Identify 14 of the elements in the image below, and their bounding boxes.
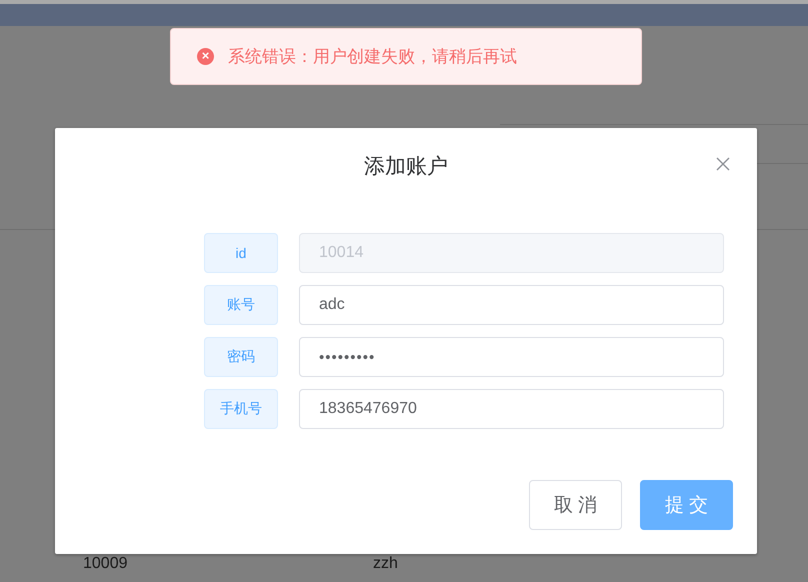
- close-icon[interactable]: [716, 157, 730, 171]
- input-field[interactable]: 18365476970: [299, 389, 724, 429]
- input-field[interactable]: adc: [299, 285, 724, 325]
- cancel-button[interactable]: 取 消: [529, 480, 622, 530]
- field-label: 密码: [204, 337, 278, 377]
- dialog-title: 添加账户: [364, 154, 448, 180]
- field-label: 账号: [204, 285, 278, 325]
- table-cell-text: 10009: [83, 555, 128, 573]
- table-cell: zzh: [373, 555, 398, 573]
- error-icon: ×: [197, 48, 214, 65]
- error-message: 系统错误：用户创建失败，请稍后再试: [228, 46, 517, 68]
- field-label: id: [204, 233, 278, 273]
- input-field[interactable]: •••••••••: [299, 337, 724, 377]
- field-label: 手机号: [204, 389, 278, 429]
